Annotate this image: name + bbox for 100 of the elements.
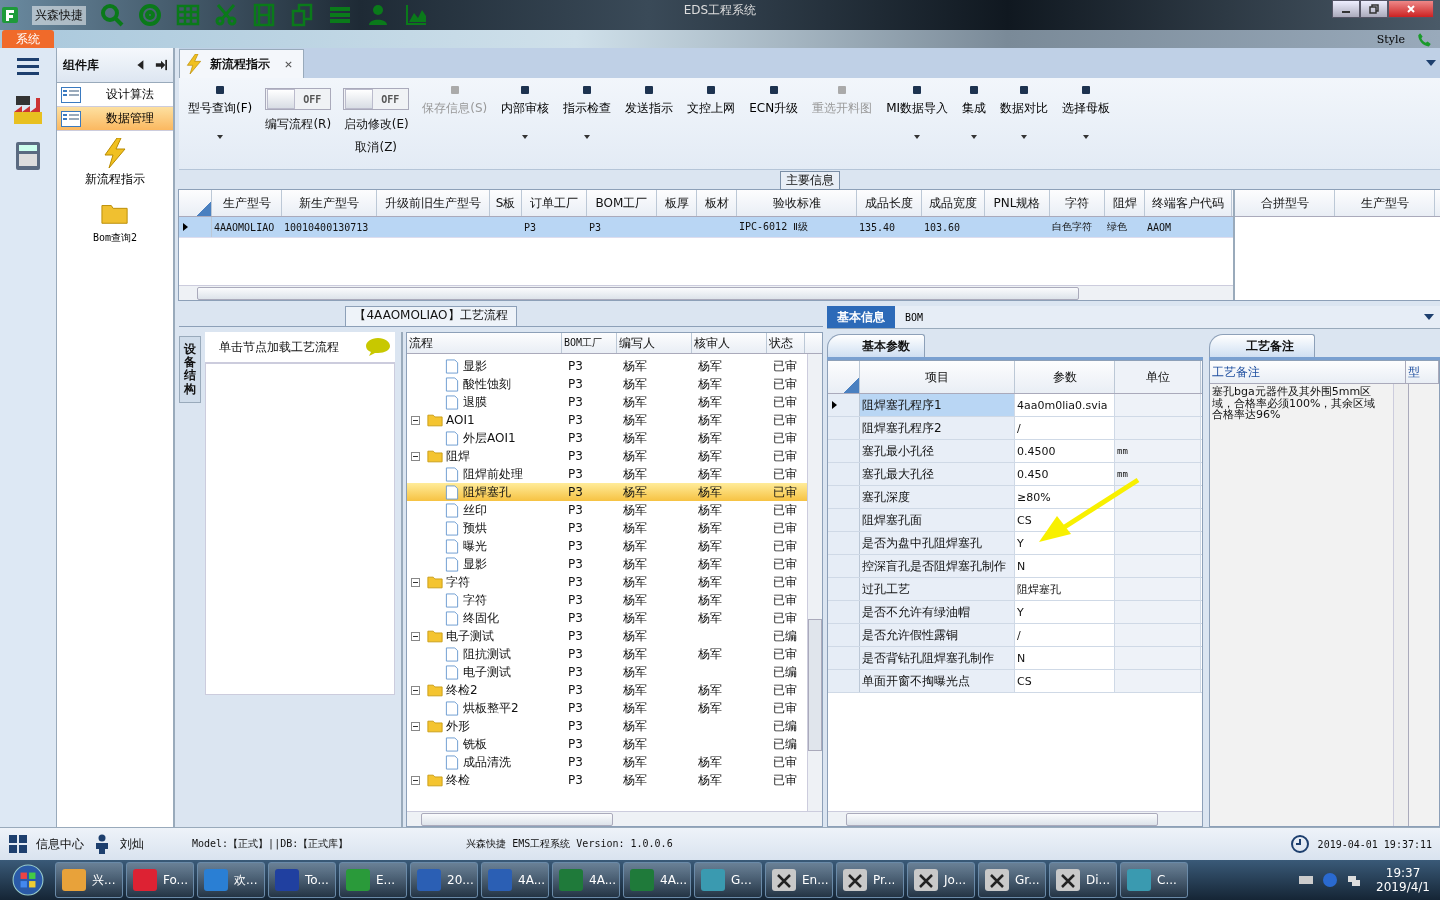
column-header[interactable]: 终端客户代码 <box>1145 190 1232 216</box>
panel-item[interactable]: 数据管理 <box>57 107 173 131</box>
table-row[interactable]: 是否为盘中孔阻焊塞孔 Y <box>828 532 1202 555</box>
taskbar-button[interactable]: 20... <box>410 862 478 898</box>
toggle-sublabel[interactable]: 取消(Z) <box>355 139 398 156</box>
tool-button[interactable]: Bom查询2 <box>86 197 144 246</box>
tree-row[interactable]: 电子测试 P3 杨军 已编 <box>407 663 807 681</box>
tree-row[interactable]: 字符 P3 杨军 杨军 已审 <box>407 591 807 609</box>
scrollbar[interactable] <box>807 354 822 811</box>
table-row[interactable]: 阻焊塞孔面 CS <box>828 509 1202 532</box>
taskbar-button[interactable]: Fo... <box>126 862 194 898</box>
toolbar-button[interactable]: 型号查询(F) <box>183 82 258 142</box>
taskbar-button[interactable]: Di... <box>1049 862 1117 898</box>
toolbar-button[interactable]: MI数据导入 <box>881 82 954 142</box>
table-row[interactable]: 塞孔深度 ≥80% <box>828 486 1202 509</box>
film-icon[interactable] <box>252 3 276 27</box>
help-icon[interactable] <box>1322 872 1339 888</box>
column-header[interactable]: 字符 <box>1050 190 1105 216</box>
table-row[interactable]: 塞孔最大孔径 0.450 mm <box>828 463 1202 486</box>
column-header[interactable]: 成品长度 <box>857 190 922 216</box>
info-center-link[interactable]: 信息中心 <box>36 835 84 853</box>
tree-row[interactable]: 阻焊 P3 杨军 杨军 已审 <box>407 447 807 465</box>
tree-row[interactable]: 铣板 P3 杨军 已编 <box>407 735 807 753</box>
tool-button[interactable]: 新流程指示 <box>79 137 151 189</box>
scrollbar[interactable] <box>1393 384 1408 826</box>
toolbar-button[interactable]: 集成 <box>957 82 992 142</box>
area-chart-icon[interactable] <box>404 3 428 27</box>
tree-row[interactable]: 阻抗测试 P3 杨军 杨军 已审 <box>407 645 807 663</box>
column-header[interactable]: 成品宽度 <box>922 190 985 216</box>
column-header[interactable]: 型 <box>1406 361 1439 383</box>
table-row[interactable]: 阻焊塞孔程序1 4aa0m0lia0.svia <box>828 394 1202 417</box>
taskbar-button[interactable]: Gr... <box>978 862 1046 898</box>
tree-row[interactable]: 成品清洗 P3 杨军 杨军 已审 <box>407 753 807 771</box>
taskbar-button[interactable]: 4A... <box>552 862 620 898</box>
column-header[interactable]: 生产型号 <box>1335 190 1435 216</box>
grid-icon[interactable] <box>8 834 28 854</box>
tree-row[interactable]: 外层AOI1 P3 杨军 杨军 已审 <box>407 429 807 447</box>
column-header[interactable]: 工艺备注 <box>1210 361 1406 383</box>
table-row[interactable]: 过孔工艺 阻焊塞孔 <box>828 578 1202 601</box>
tree-row[interactable]: 阻焊前处理 P3 杨军 杨军 已审 <box>407 465 807 483</box>
tree-row[interactable]: 终固化 P3 杨军 杨军 已审 <box>407 609 807 627</box>
table-row[interactable]: 塞孔最小孔径 0.4500 mm <box>828 440 1202 463</box>
tree-row[interactable]: 丝印 P3 杨军 杨军 已审 <box>407 501 807 519</box>
column-header[interactable]: 状态 <box>767 333 805 353</box>
close-icon[interactable] <box>284 59 293 69</box>
tree-row[interactable]: 电子测试 P3 杨军 已编 <box>407 627 807 645</box>
tab[interactable]: 工艺备注 <box>1209 334 1315 357</box>
document-tab[interactable]: 新流程指示 <box>179 49 304 78</box>
table-row[interactable]: 是否背钻孔阻焊塞孔制作 N <box>828 647 1202 670</box>
tab[interactable]: BOM <box>895 306 934 328</box>
toolbar-button[interactable]: ECN升级 <box>744 82 804 142</box>
close-button[interactable] <box>1388 0 1434 18</box>
tree-row[interactable]: 烘板整平2 P3 杨军 杨军 已审 <box>407 699 807 717</box>
toolbar-button[interactable]: 指示检查 <box>558 82 617 142</box>
taskbar-clock[interactable]: 19:37 2019/4/1 <box>1370 866 1436 894</box>
tree-row[interactable]: 终检2 P3 杨军 杨军 已审 <box>407 681 807 699</box>
taskbar-button[interactable]: 4A... <box>481 862 549 898</box>
factory-icon[interactable] <box>12 94 44 126</box>
scrollbar[interactable] <box>828 811 1202 826</box>
phone-icon[interactable] <box>1417 31 1432 47</box>
caret-icon[interactable] <box>1424 314 1434 320</box>
column-header[interactable]: 合拼型号 <box>1235 190 1335 216</box>
table-row[interactable]: 是否允许假性露铜 / <box>828 624 1202 647</box>
taskbar-button[interactable]: Pr... <box>836 862 904 898</box>
tab[interactable]: 基本信息 <box>827 306 895 328</box>
table-row[interactable]: 控深盲孔是否阻焊塞孔制作 N <box>828 555 1202 578</box>
toolbar-button[interactable]: 内部审核 <box>496 82 555 142</box>
table-row[interactable]: 是否不允许有绿油帽 Y <box>828 601 1202 624</box>
copy-icon[interactable] <box>290 3 314 27</box>
toolbar-button[interactable]: 文控上网 <box>682 82 741 142</box>
table-row[interactable]: 4AAOMOLIAO 10010400130713 P3 P3 IPC-6012 Ⅱ级 135.40 103.60 白色字符 绿色 AAOM <box>179 217 1233 238</box>
taskbar-button[interactable]: To... <box>268 862 336 898</box>
minimize-button[interactable] <box>1332 0 1360 18</box>
toolbar-button[interactable]: 选择母板 <box>1057 82 1116 142</box>
column-header[interactable]: 订单工厂 <box>522 190 587 216</box>
tree-row[interactable]: 外形 P3 杨军 已编 <box>407 717 807 735</box>
taskbar-button[interactable]: C... <box>1120 862 1188 898</box>
column-header[interactable]: BOM工厂 <box>587 190 657 216</box>
scrollbar[interactable] <box>407 811 822 826</box>
tree-row[interactable]: 显影 P3 杨军 杨军 已审 <box>407 555 807 573</box>
taskbar-button[interactable]: 4A... <box>623 862 691 898</box>
taskbar-button[interactable]: Jo... <box>907 862 975 898</box>
tree-row[interactable]: AOI1 P3 杨军 杨军 已审 <box>407 411 807 429</box>
toggle-switch[interactable]: OFF <box>265 88 332 110</box>
column-header[interactable]: BOM工厂 <box>562 333 617 353</box>
tree-row[interactable]: 终检 P3 杨军 杨军 已审 <box>407 771 807 789</box>
tree-row[interactable]: 退膜 P3 杨军 杨军 已审 <box>407 393 807 411</box>
column-header[interactable]: 板材 <box>697 190 737 216</box>
column-header[interactable]: 新生产型号 <box>282 190 377 216</box>
toolbar-button[interactable]: 发送指示 <box>620 82 679 142</box>
taskbar-button[interactable]: 欢... <box>197 862 265 898</box>
column-header[interactable]: 编写人 <box>617 333 692 353</box>
user-icon[interactable] <box>366 3 390 27</box>
column-header[interactable]: 核审人 <box>692 333 767 353</box>
tree-row[interactable]: 预烘 P3 杨军 杨军 已审 <box>407 519 807 537</box>
toolbar-button[interactable]: 数据对比 <box>995 82 1054 142</box>
tree-row[interactable]: 曝光 P3 杨军 杨军 已审 <box>407 537 807 555</box>
tab[interactable]: 基本参数 <box>827 334 925 357</box>
table-row[interactable]: 阻焊塞孔程序2 / <box>828 417 1202 440</box>
tree-row[interactable]: 字符 P3 杨军 杨军 已审 <box>407 573 807 591</box>
